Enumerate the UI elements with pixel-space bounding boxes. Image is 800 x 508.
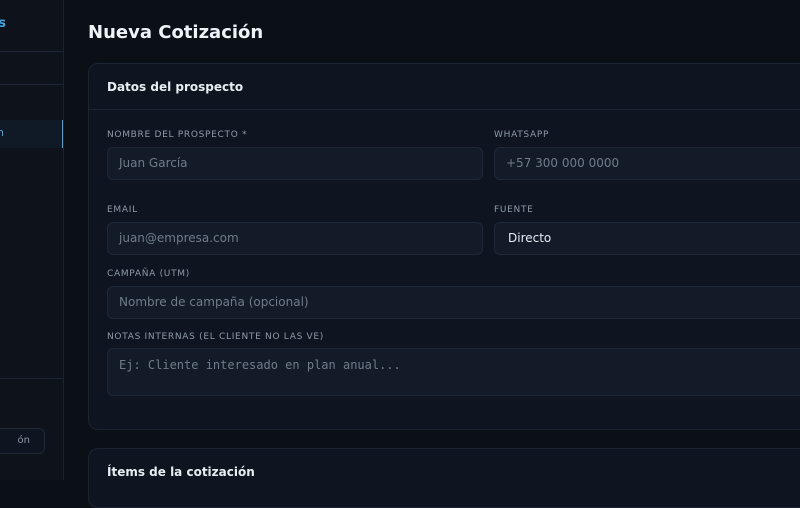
whatsapp-input[interactable]: +57 300 000 0000 [494, 147, 800, 180]
whatsapp-label: WHATSAPP [494, 130, 550, 140]
source-label: FUENTE [494, 205, 534, 215]
sidebar: s n ón [0, 0, 64, 480]
email-input[interactable]: juan@empresa.com [107, 222, 483, 255]
source-select[interactable]: Directo [494, 222, 800, 255]
sidebar-brand[interactable]: s [0, 0, 63, 52]
prospect-card-header: Datos del prospecto [89, 64, 800, 110]
items-card: Ítems de la cotización [88, 448, 800, 508]
sidebar-item-active[interactable]: n [0, 120, 63, 148]
campaign-input[interactable]: Nombre de campaña (opcional) [107, 286, 800, 319]
prospect-card: Datos del prospecto NOMBRE DEL PROSPECTO… [88, 63, 800, 430]
prospect-card-title: Datos del prospecto [107, 80, 244, 94]
campaign-label: CAMPAÑA (UTM) [107, 269, 190, 279]
sidebar-item-label: n [0, 126, 4, 139]
sidebar-divider [0, 378, 63, 379]
page-title: Nueva Cotización [88, 22, 264, 43]
items-card-title: Ítems de la cotización [107, 465, 255, 479]
sidebar-bottom-button[interactable]: ón [0, 428, 45, 454]
email-label: EMAIL [107, 205, 138, 215]
sidebar-brand-text: s [0, 16, 6, 31]
notes-label: NOTAS INTERNAS (EL CLIENTE NO LAS VE) [107, 332, 325, 342]
prospect-name-input[interactable]: Juan García [107, 147, 483, 180]
notes-textarea[interactable]: Ej: Cliente interesado en plan anual... [107, 348, 800, 396]
sidebar-bottom-button-label: ón [17, 435, 30, 446]
sidebar-divider [0, 84, 63, 85]
name-label: NOMBRE DEL PROSPECTO * [107, 130, 248, 140]
